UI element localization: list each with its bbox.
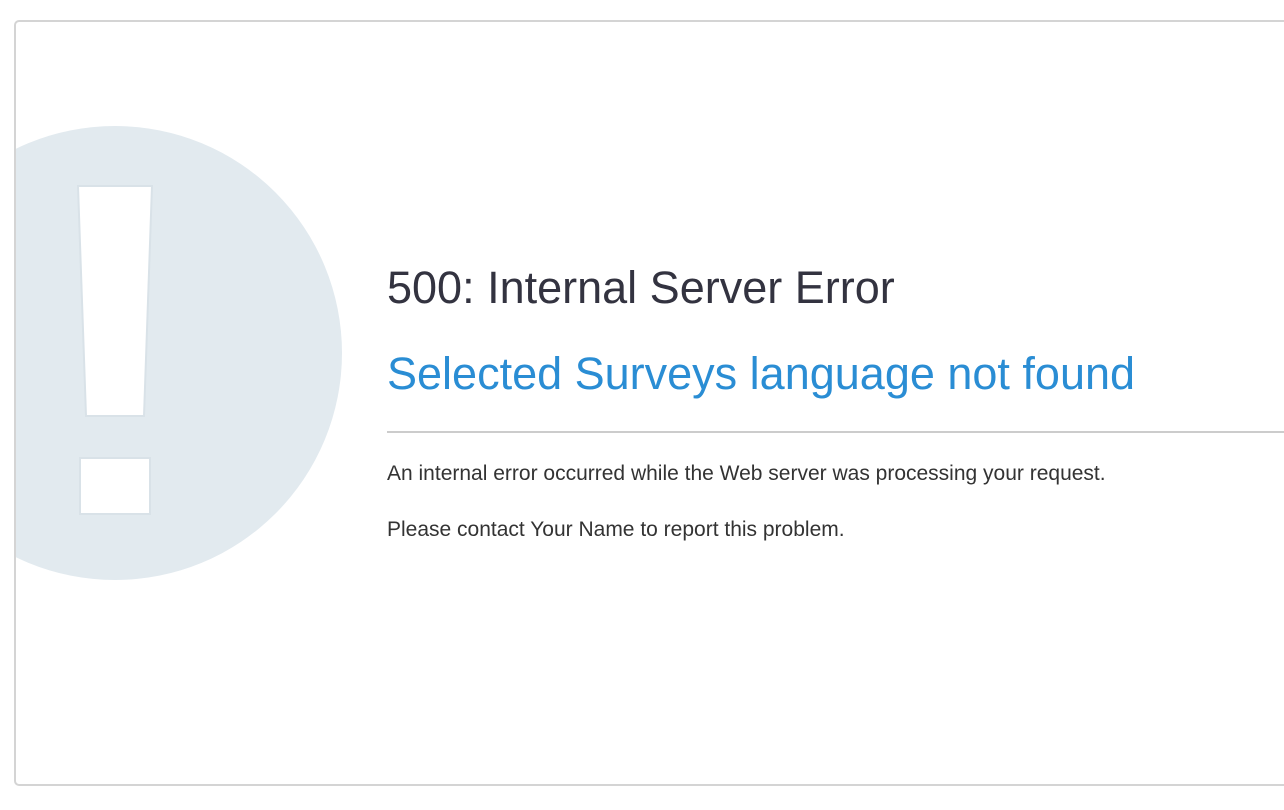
exclamation-icon — [16, 126, 342, 580]
exclamation-dot — [79, 457, 151, 515]
error-description: An internal error occurred while the Web… — [387, 462, 1106, 485]
error-content: 500: Internal Server Error Selected Surv… — [387, 260, 1284, 544]
error-title: 500: Internal Server Error — [387, 262, 895, 313]
error-panel: 500: Internal Server Error Selected Surv… — [14, 20, 1284, 786]
error-subtitle: Selected Surveys language not found — [387, 348, 1136, 399]
contact-message: Please contact Your Name to report this … — [387, 518, 845, 541]
divider — [387, 431, 1284, 433]
alert-circle — [16, 126, 342, 580]
exclamation-bar — [76, 185, 154, 417]
